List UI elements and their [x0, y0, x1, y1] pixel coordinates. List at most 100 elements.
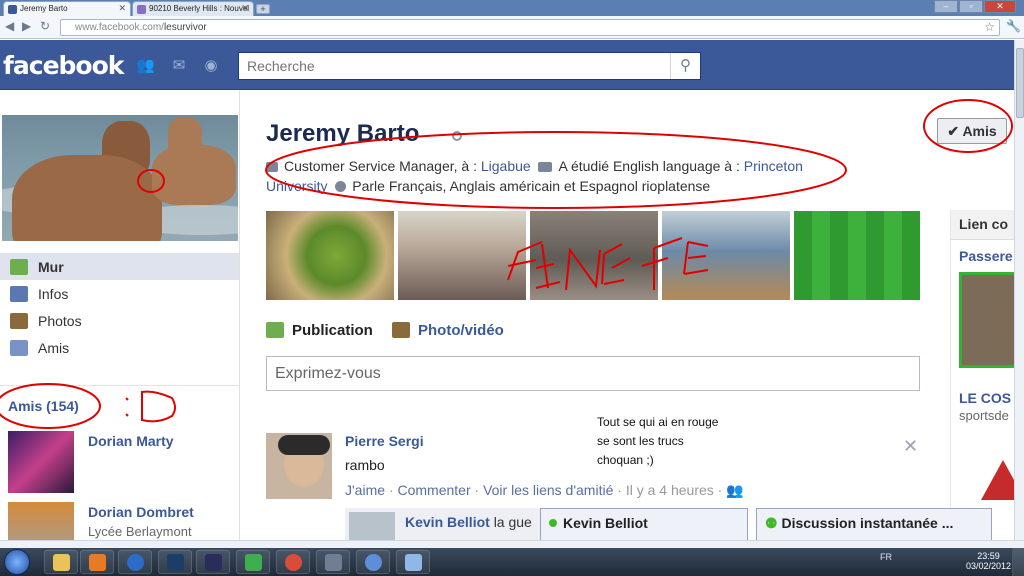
friend-requests-icon[interactable]: 👥	[136, 57, 155, 75]
vertical-scrollbar[interactable]	[1014, 40, 1024, 540]
search-input[interactable]	[239, 53, 669, 79]
taskbar-ie[interactable]	[118, 550, 152, 574]
bookmark-star-icon[interactable]: ☆	[984, 20, 995, 35]
notifications-globe-icon[interactable]: ◉	[202, 57, 220, 75]
url-field[interactable]: www.facebook.com/lesurvivor ☆	[60, 19, 1000, 36]
friend-photo[interactable]	[8, 431, 74, 493]
status-input[interactable]: Exprimez-vous	[266, 356, 920, 391]
friendship-link[interactable]: Voir les liens d'amitié	[483, 482, 613, 498]
friends-icon	[10, 339, 28, 356]
taskbar-media[interactable]	[80, 550, 114, 574]
tab-label: 90210 Beverly Hills : Nouvel	[149, 4, 250, 13]
tab-publication[interactable]: Publication	[266, 322, 373, 339]
facebook-favicon-icon	[8, 5, 17, 14]
post-author-name[interactable]: Pierre Sergi	[345, 433, 424, 449]
menu-item-infos[interactable]: Infos	[0, 280, 239, 307]
profile-menu: Mur Infos Photos Amis	[0, 253, 239, 361]
friend-item[interactable]: Dorian Marty	[8, 431, 238, 497]
messages-icon[interactable]: ✉	[170, 57, 188, 75]
back-icon[interactable]: ◀	[5, 19, 14, 33]
maximize-button[interactable]: ▫	[959, 0, 983, 13]
photo-thumbnail[interactable]	[530, 211, 658, 300]
taskbar-explorer[interactable]	[44, 550, 78, 574]
menu-label: Mur	[38, 258, 64, 275]
close-icon[interactable]: ✕	[903, 436, 918, 457]
sidebar-ad-link[interactable]: LE COS	[959, 390, 1011, 406]
comment-link[interactable]: Commenter	[397, 482, 470, 498]
ad-image[interactable]	[959, 272, 1014, 368]
work-icon	[266, 162, 278, 172]
profile-picture[interactable]	[2, 115, 238, 241]
post-actions: J'aime · Commenter · Voir les liens d'am…	[345, 482, 744, 499]
sidebar-ad-link[interactable]: Passere	[959, 248, 1013, 264]
show-desktop-button[interactable]	[1012, 548, 1024, 576]
school-link-cont[interactable]: University	[266, 178, 327, 194]
friend-school: Lycée Berlaymont	[88, 524, 192, 539]
minimize-button[interactable]: –	[934, 0, 958, 13]
reload-icon[interactable]: ↻	[40, 19, 50, 33]
friend-name[interactable]: Dorian Marty	[88, 433, 174, 449]
forward-icon[interactable]: ▶	[22, 19, 31, 33]
photo-thumbnail[interactable]	[794, 211, 920, 300]
system-clock[interactable]: 23:59 03/02/2012	[966, 551, 1011, 571]
comment-avatar[interactable]	[349, 512, 395, 540]
menu-item-mur[interactable]: Mur	[0, 253, 239, 280]
menu-label: Photos	[38, 312, 82, 329]
employer-link[interactable]: Ligabue	[481, 158, 531, 174]
taskbar-paint[interactable]	[396, 550, 430, 574]
photo-thumbnail[interactable]	[398, 211, 526, 300]
post-text: rambo	[345, 457, 385, 473]
separator: ·	[474, 482, 480, 498]
language-indicator[interactable]: FR	[880, 552, 892, 562]
address-bar-row: ◀ ▶ ↻ www.facebook.com/lesurvivor ☆	[0, 16, 1024, 39]
wrench-menu-icon[interactable]: 🔧	[1006, 19, 1021, 33]
search-icon[interactable]: ⚲	[670, 53, 700, 79]
scrollbar-thumb[interactable]	[1016, 48, 1024, 118]
messenger-icon	[245, 554, 262, 571]
search-box: ⚲	[238, 52, 701, 80]
media-player-icon	[89, 554, 106, 571]
photo-thumbnail[interactable]	[266, 211, 394, 300]
school-link[interactable]: Princeton	[744, 158, 803, 174]
taskbar-app[interactable]	[316, 550, 350, 574]
taskbar-photoshop[interactable]	[158, 550, 192, 574]
taskbar-messenger[interactable]	[236, 550, 270, 574]
like-link[interactable]: J'aime	[345, 482, 385, 498]
facebook-logo[interactable]: facebook	[3, 51, 124, 80]
comment-text: la gue	[493, 514, 532, 530]
sidebar-header: Lien co	[951, 210, 1014, 240]
taskbar-chrome[interactable]	[276, 550, 310, 574]
site-favicon-icon	[137, 5, 146, 14]
post-author-avatar[interactable]	[266, 433, 332, 499]
browser-tab-90210[interactable]: 90210 Beverly Hills : Nouvel ✕	[132, 1, 254, 16]
taskbar-itunes[interactable]	[356, 550, 390, 574]
friends-status-button[interactable]: ✔ Amis	[937, 118, 1007, 144]
chat-tab-label: Kevin Belliot	[563, 515, 648, 531]
close-tab-icon[interactable]: ✕	[241, 2, 249, 15]
chat-sidebar-button[interactable]: ⚉ Discussion instantanée ...	[756, 508, 992, 541]
friends-section-title[interactable]: Amis (154)	[8, 398, 79, 414]
close-tab-icon[interactable]: ✕	[118, 2, 126, 15]
online-dot-icon	[549, 519, 557, 527]
taskbar-aftereffects[interactable]	[196, 550, 230, 574]
tab-photo-video[interactable]: Photo/vidéo	[392, 322, 504, 339]
note-line: Tout se qui ai en rouge	[597, 415, 719, 429]
new-tab-button[interactable]: +	[256, 4, 270, 14]
comment-author[interactable]: Kevin Belliot	[405, 514, 490, 530]
chat-icon: ⚉	[765, 515, 782, 531]
windows-taskbar: FR 23:59 03/02/2012	[0, 548, 1024, 576]
status-icon	[266, 322, 284, 338]
right-sidebar: Lien co Passere LE COS sportsde	[950, 210, 1014, 540]
note-line: se sont les trucs	[597, 434, 684, 448]
menu-item-amis[interactable]: Amis	[0, 334, 239, 361]
chat-tab-kevin[interactable]: Kevin Belliot	[540, 508, 748, 541]
languages-text: Parle Français, Anglais américain et Esp…	[352, 178, 711, 194]
start-button[interactable]	[4, 549, 30, 575]
horizontal-scrollbar[interactable]	[0, 540, 1024, 548]
menu-item-photos[interactable]: Photos	[0, 307, 239, 334]
photo-thumbnail[interactable]	[662, 211, 790, 300]
browser-tab-jeremy[interactable]: Jeremy Barto ✕	[3, 1, 131, 16]
post-timestamp[interactable]: Il y a 4 heures	[626, 482, 714, 498]
friend-name[interactable]: Dorian Dombret	[88, 504, 194, 520]
close-window-button[interactable]: ✕	[984, 0, 1016, 13]
